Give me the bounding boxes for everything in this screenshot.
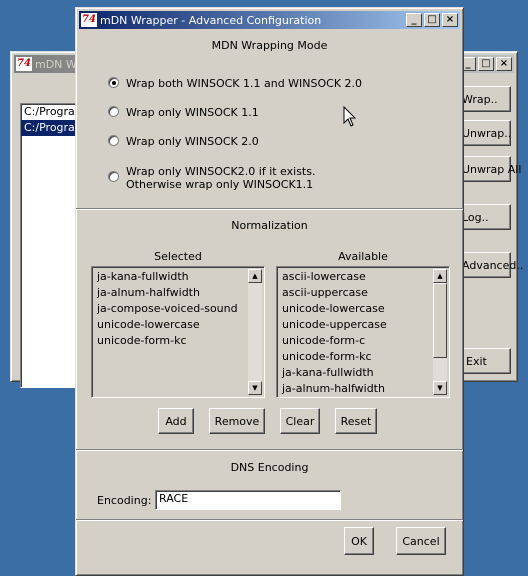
unwrap-button[interactable]: Unwrap..	[457, 120, 511, 146]
mouse-cursor-icon	[343, 106, 357, 127]
selected-list[interactable]: ja-kana-fullwidth ja-alnum-halfwidth ja-…	[91, 266, 265, 398]
list-item[interactable]: ja-alnum-halfwidth	[279, 381, 432, 397]
reset-button[interactable]: Reset	[335, 408, 377, 434]
radio-wrap-both-label[interactable]: Wrap both WINSOCK 1.1 and WINSOCK 2.0	[126, 77, 362, 90]
scroll-thumb[interactable]	[433, 283, 447, 358]
encoding-input[interactable]: RACE	[155, 490, 341, 510]
radio-wrap-both[interactable]	[108, 77, 119, 88]
list-item[interactable]: unicode-lowercase	[94, 317, 247, 333]
radio-wrap-winsock20-label[interactable]: Wrap only WINSOCK 2.0	[126, 135, 259, 148]
list-item[interactable]: unicode-uppercase	[279, 317, 432, 333]
close-icon[interactable]: ×	[442, 13, 458, 27]
close-icon[interactable]: ×	[496, 57, 512, 71]
selected-label: Selected	[154, 250, 202, 263]
divider	[76, 449, 463, 451]
divider	[76, 208, 463, 210]
program-list[interactable]: C:/Program C:/Program	[20, 103, 86, 388]
dialog-titlebar[interactable]: 74 mDN Wrapper - Advanced Configuration …	[79, 11, 460, 29]
advanced-button[interactable]: Advanced..	[457, 252, 523, 278]
radio-wrap-winsock11-label[interactable]: Wrap only WINSOCK 1.1	[126, 106, 259, 119]
list-item[interactable]: ja-kana-fullwidth	[94, 269, 247, 285]
cancel-button[interactable]: Cancel	[396, 527, 446, 555]
radio-wrap-winsock11[interactable]	[108, 106, 119, 117]
dns-encoding-heading: DNS Encoding	[230, 461, 309, 474]
list-item[interactable]: unicode-form-kc	[94, 333, 247, 349]
radio-wrap-conditional-line1[interactable]: Wrap only WINSOCK2.0 if it exists.	[126, 165, 315, 178]
available-label: Available	[338, 250, 388, 263]
radio-wrap-conditional-line2[interactable]: Otherwise wrap only WINSOCK1.1	[126, 178, 313, 191]
app-icon: 74	[81, 13, 97, 27]
list-item[interactable]: unicode-form-c	[279, 333, 432, 349]
app-icon: 74	[16, 57, 32, 71]
scroll-down-icon[interactable]: ▼	[248, 381, 262, 395]
wrap-button[interactable]: Wrap..	[457, 86, 511, 112]
maximize-icon[interactable]: □	[478, 57, 494, 71]
list-item[interactable]: ascii-uppercase	[279, 285, 432, 301]
remove-button[interactable]: Remove	[209, 408, 265, 434]
radio-wrap-conditional[interactable]	[108, 171, 119, 182]
dialog-title: mDN Wrapper - Advanced Configuration	[100, 13, 322, 27]
radio-wrap-winsock20[interactable]	[108, 135, 119, 146]
list-item[interactable]: unicode-lowercase	[279, 301, 432, 317]
wrap-mode-heading: MDN Wrapping Mode	[211, 39, 328, 52]
add-button[interactable]: Add	[158, 408, 194, 434]
encoding-label: Encoding:	[97, 494, 152, 507]
available-list[interactable]: ascii-lowercase ascii-uppercase unicode-…	[276, 266, 450, 398]
available-scrollbar[interactable]: ▲ ▼	[433, 269, 447, 395]
list-item[interactable]: unicode-form-kc	[279, 349, 432, 365]
advanced-config-dialog: 74 mDN Wrapper - Advanced Configuration …	[75, 7, 464, 576]
ok-button[interactable]: OK	[344, 527, 374, 555]
scroll-up-icon[interactable]: ▲	[248, 269, 262, 283]
maximize-icon[interactable]: □	[424, 13, 440, 27]
minimize-icon[interactable]: _	[406, 13, 422, 27]
list-item[interactable]: ja-alnum-halfwidth	[94, 285, 247, 301]
scroll-up-icon[interactable]: ▲	[433, 269, 447, 283]
exit-button[interactable]: Exit	[457, 348, 511, 374]
list-item[interactable]: ja-kana-fullwidth	[279, 365, 432, 381]
list-item[interactable]: ascii-lowercase	[279, 269, 432, 285]
divider	[76, 519, 463, 521]
normalization-heading: Normalization	[231, 219, 308, 232]
selected-scrollbar[interactable]: ▲ ▼	[248, 269, 262, 395]
list-item[interactable]: C:/Program	[21, 120, 86, 136]
log-button[interactable]: Log..	[457, 204, 511, 230]
radio-dot	[112, 81, 116, 85]
scroll-down-icon[interactable]: ▼	[433, 381, 447, 395]
list-item[interactable]: C:/Program	[21, 104, 86, 120]
list-item[interactable]: ja-compose-voiced-sound	[94, 301, 247, 317]
unwrap-all-button[interactable]: Unwrap All	[457, 156, 521, 182]
clear-button[interactable]: Clear	[280, 408, 320, 434]
